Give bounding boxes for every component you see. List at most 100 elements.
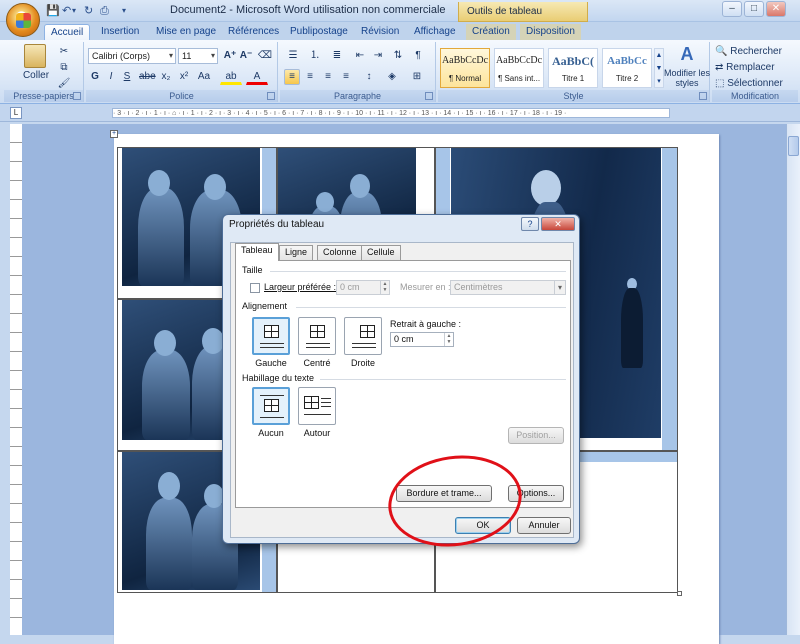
vertical-ruler-scale[interactable] — [10, 124, 22, 635]
minimize-button[interactable]: – — [722, 1, 742, 17]
style-heading1[interactable]: AaBbC( Titre 1 — [548, 48, 598, 88]
shrink-font-icon[interactable]: A⁻ — [238, 48, 254, 64]
align-left-option[interactable] — [252, 317, 290, 355]
table-resize-handle-icon[interactable] — [677, 591, 682, 596]
subscript-icon[interactable]: x₂ — [158, 69, 174, 85]
justify-icon[interactable]: ≡ — [338, 69, 354, 85]
align-right-icon[interactable]: ≡ — [320, 69, 336, 85]
style-name: Titre 1 — [561, 74, 585, 83]
redo-icon[interactable]: ↻ — [84, 3, 93, 19]
cut-icon[interactable]: ✂ — [56, 44, 72, 60]
tab-creation[interactable]: Création — [466, 24, 516, 40]
bold-icon[interactable]: G — [88, 69, 102, 85]
ok-button[interactable]: OK — [455, 517, 511, 534]
change-case-icon[interactable]: Aa — [194, 69, 214, 85]
options-button[interactable]: Options... — [508, 485, 564, 502]
tab-revision[interactable]: Révision — [355, 24, 405, 40]
tab-tableau[interactable]: Tableau — [235, 243, 279, 261]
print-icon[interactable]: ⎙ — [100, 3, 109, 19]
tab-selector-icon[interactable]: L — [10, 107, 22, 119]
paragraph-dialog-launcher-icon[interactable] — [425, 92, 433, 100]
tab-colonne[interactable]: Colonne — [317, 245, 363, 260]
tab-accueil[interactable]: Accueil — [44, 24, 91, 40]
show-marks-icon[interactable]: ¶ — [410, 48, 426, 64]
ruler-scale[interactable]: · 3 · ı · 2 · ı · 1 · ı · ⌂ · ı · 1 · ı … — [112, 108, 670, 118]
tab-references[interactable]: Références — [222, 24, 285, 40]
tab-publipostage[interactable]: Publipostage — [284, 24, 354, 40]
numbering-icon[interactable]: ⒈ — [306, 48, 324, 64]
font-color-icon[interactable]: A — [246, 69, 268, 85]
table-move-handle-icon[interactable]: + — [110, 130, 118, 138]
copy-icon[interactable]: ⧉ — [56, 60, 72, 76]
position-button[interactable]: Position... — [508, 427, 564, 444]
tab-disposition[interactable]: Disposition — [520, 24, 581, 40]
line-spacing-icon[interactable]: ↕ — [360, 69, 378, 85]
italic-icon[interactable]: I — [104, 69, 118, 85]
font-size-combo[interactable]: 11 — [178, 48, 218, 64]
superscript-icon[interactable]: x² — [176, 69, 192, 85]
office-button[interactable] — [6, 3, 40, 37]
align-left-icon[interactable]: ≡ — [284, 69, 300, 85]
style-no-spacing[interactable]: AaBbCcDc ¶ Sans int... — [494, 48, 544, 88]
underline-icon[interactable]: S — [120, 69, 134, 85]
preferred-width-field[interactable]: 0 cm ▲ ▼ — [336, 280, 390, 295]
photo-person — [621, 288, 643, 368]
shading-icon[interactable]: ◈ — [382, 69, 402, 85]
paste-icon[interactable] — [24, 44, 46, 68]
save-icon[interactable]: 💾 — [46, 3, 60, 19]
wrap-none-option[interactable] — [252, 387, 290, 425]
photo-face — [316, 192, 334, 212]
align-right-option[interactable] — [344, 317, 382, 355]
style-heading2[interactable]: AaBbCc Titre 2 — [602, 48, 652, 88]
grow-font-icon[interactable]: A⁺ — [222, 48, 238, 64]
borders-shading-button[interactable]: Bordure et trame... — [396, 485, 492, 502]
vertical-scrollbar[interactable] — [786, 124, 800, 635]
clear-format-icon[interactable]: ⌫ — [256, 48, 274, 64]
undo-icon[interactable]: ↶ — [62, 3, 71, 19]
style-normal[interactable]: AaBbCcDc ¶ Normal — [440, 48, 490, 88]
photo-face — [148, 170, 170, 196]
font-dialog-launcher-icon[interactable] — [267, 92, 275, 100]
multilevel-list-icon[interactable]: ≣ — [328, 48, 346, 64]
change-styles-label[interactable]: Modifier les styles — [664, 68, 710, 88]
dialog-close-button[interactable]: ✕ — [541, 217, 575, 231]
borders-icon[interactable]: ⊞ — [406, 69, 428, 85]
spin-arrows-icon[interactable]: ▲ ▼ — [380, 281, 389, 294]
tab-ligne[interactable]: Ligne — [279, 245, 314, 260]
dialog-help-button[interactable]: ? — [521, 217, 539, 231]
text-line — [260, 395, 284, 396]
scrollbar-thumb[interactable] — [788, 136, 799, 156]
decrease-indent-icon[interactable]: ⇤ — [352, 48, 368, 64]
sort-icon[interactable]: ⇅ — [390, 48, 406, 64]
bullets-icon[interactable]: ☰ — [284, 48, 302, 64]
change-styles-icon[interactable]: A — [672, 44, 702, 64]
tab-affichage[interactable]: Affichage — [408, 24, 462, 40]
styles-scroll-icon[interactable]: ▲ ▼ ▾ — [654, 48, 664, 88]
tab-cellule[interactable]: Cellule — [361, 245, 401, 260]
select-icon: ⬚ — [715, 78, 728, 89]
maximize-button[interactable]: □ — [744, 1, 764, 17]
styles-dialog-launcher-icon[interactable] — [699, 92, 707, 100]
indent-field[interactable]: 0 cm ▲ ▼ — [390, 332, 454, 347]
strikethrough-icon[interactable]: abe — [138, 69, 156, 85]
customize-qat-icon[interactable]: ▾ — [122, 3, 126, 19]
measure-unit-select[interactable]: Centimètres ▾ — [450, 280, 566, 295]
highlight-icon[interactable]: ab — [220, 69, 242, 85]
preferred-width-checkbox[interactable] — [250, 283, 260, 293]
align-center-option[interactable] — [298, 317, 336, 355]
undo-dropdown-icon[interactable]: ▾ — [72, 3, 76, 19]
spin-arrows-icon[interactable]: ▲ ▼ — [444, 333, 453, 346]
increase-indent-icon[interactable]: ⇥ — [370, 48, 386, 64]
replace-button[interactable]: ⇄ Remplacer — [714, 60, 796, 76]
align-center-icon[interactable]: ≡ — [302, 69, 318, 85]
tab-mise-en-page[interactable]: Mise en page — [150, 24, 222, 40]
photo-face — [350, 174, 370, 198]
find-button[interactable]: 🔍 Rechercher — [714, 44, 796, 60]
cancel-button[interactable]: Annuler — [517, 517, 571, 534]
wrap-around-option[interactable] — [298, 387, 336, 425]
close-button[interactable]: ✕ — [766, 1, 786, 17]
clipboard-dialog-launcher-icon[interactable] — [73, 92, 81, 100]
paste-label[interactable]: Coller — [18, 70, 54, 81]
tab-insertion[interactable]: Insertion — [95, 24, 145, 40]
font-name-combo[interactable]: Calibri (Corps) — [88, 48, 176, 64]
